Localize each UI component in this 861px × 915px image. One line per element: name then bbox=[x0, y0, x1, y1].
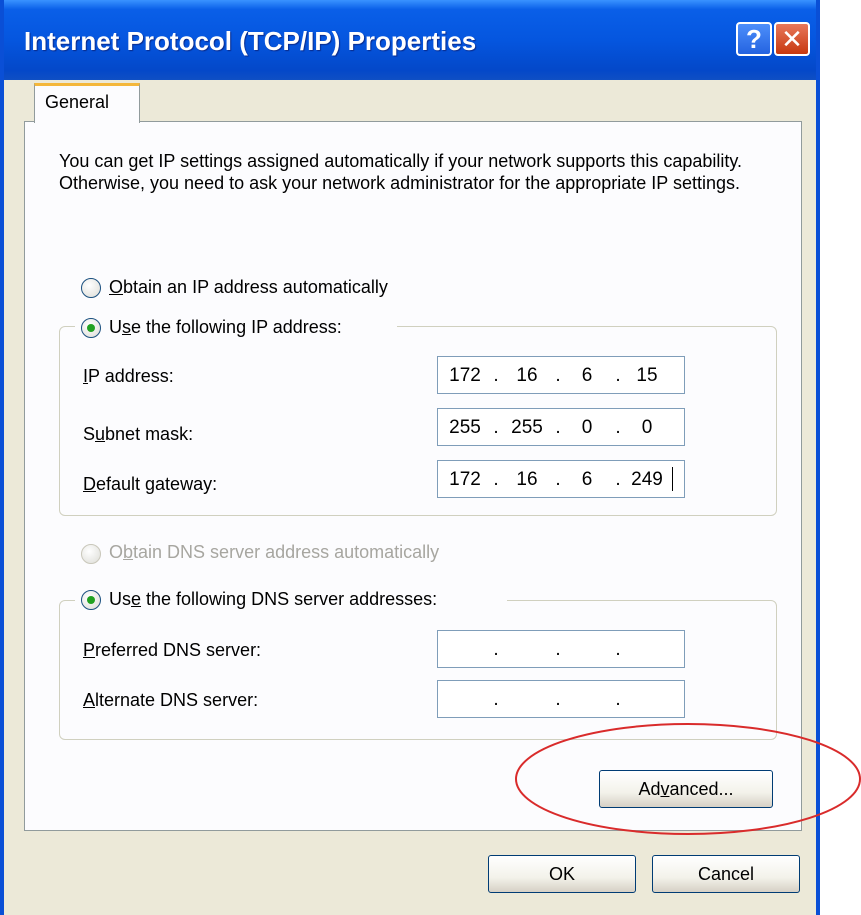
preferred-dns-input[interactable]: . . . bbox=[437, 630, 685, 668]
general-panel: You can get IP settings assigned automat… bbox=[24, 121, 802, 831]
text-caret bbox=[672, 467, 673, 491]
use-following-dns-label[interactable]: Use the following DNS server addresses: bbox=[109, 589, 437, 610]
octet-separator: . bbox=[493, 689, 499, 710]
alternate-dns-input[interactable]: . . . bbox=[437, 680, 685, 718]
tab-general[interactable]: General bbox=[34, 83, 140, 123]
tab-general-label: General bbox=[45, 92, 110, 112]
radio-use-following-dns[interactable] bbox=[81, 590, 101, 610]
close-button[interactable]: ✕ bbox=[774, 22, 810, 56]
octet-separator: . bbox=[555, 469, 561, 490]
cancel-button[interactable]: Cancel bbox=[652, 855, 800, 893]
dns-server-group bbox=[59, 600, 777, 740]
octet-separator: . bbox=[615, 365, 621, 386]
tcpip-properties-dialog: Internet Protocol (TCP/IP) Properties ? … bbox=[0, 0, 820, 915]
default-gateway-label: Default gateway: bbox=[83, 474, 218, 494]
octet: 16 bbox=[516, 365, 538, 386]
octet: 15 bbox=[636, 365, 658, 386]
octet-separator: . bbox=[555, 639, 561, 660]
help-button[interactable]: ? bbox=[736, 22, 772, 56]
octet-separator: . bbox=[615, 417, 621, 438]
octet-separator: . bbox=[493, 417, 499, 438]
octet: 0 bbox=[641, 417, 653, 438]
octet-separator: . bbox=[615, 639, 621, 660]
octet: 172 bbox=[449, 365, 481, 386]
window-title: Internet Protocol (TCP/IP) Properties bbox=[24, 26, 477, 56]
octet-separator: . bbox=[493, 469, 499, 490]
title-bar[interactable]: Internet Protocol (TCP/IP) Properties ? … bbox=[4, 0, 816, 80]
obtain-dns-auto-label[interactable]: Obtain DNS server address automatically bbox=[109, 542, 439, 563]
use-following-ip-label[interactable]: Use the following IP address: bbox=[109, 317, 342, 338]
octet-separator: . bbox=[615, 689, 621, 710]
octet: 249 bbox=[631, 469, 663, 490]
octet-separator: . bbox=[555, 689, 561, 710]
octet: 0 bbox=[581, 417, 593, 438]
octet-separator: . bbox=[555, 365, 561, 386]
octet-separator: . bbox=[493, 639, 499, 660]
radio-use-following-ip[interactable] bbox=[81, 318, 101, 338]
octet: 255 bbox=[511, 417, 543, 438]
ip-address-label: IP address: bbox=[83, 366, 174, 386]
preferred-dns-label: Preferred DNS server: bbox=[83, 640, 262, 660]
radio-obtain-dns-auto[interactable] bbox=[81, 544, 101, 564]
octet: 6 bbox=[581, 365, 593, 386]
subnet-mask-label: Subnet mask: bbox=[83, 424, 194, 444]
question-mark-icon: ? bbox=[746, 23, 762, 54]
octet: 6 bbox=[581, 469, 593, 490]
default-gateway-input[interactable]: 172 . 16 . 6 . 249 bbox=[437, 460, 685, 498]
octet: 255 bbox=[449, 417, 481, 438]
ip-address-input[interactable]: 172 . 16 . 6 . 15 bbox=[437, 356, 685, 394]
octet-separator: . bbox=[493, 365, 499, 386]
advanced-button[interactable]: Ad v anced... bbox=[599, 770, 773, 808]
octet-separator: . bbox=[615, 469, 621, 490]
octet-separator: . bbox=[555, 417, 561, 438]
subnet-mask-input[interactable]: 255 . 255 . 0 . 0 bbox=[437, 408, 685, 446]
ok-button[interactable]: OK bbox=[488, 855, 636, 893]
description-text: You can get IP settings assigned automat… bbox=[59, 151, 743, 193]
obtain-ip-auto-label[interactable]: Obtain an IP address automatically bbox=[109, 277, 388, 298]
octet: 16 bbox=[516, 469, 538, 490]
close-icon: ✕ bbox=[781, 23, 803, 54]
radio-obtain-ip-auto[interactable] bbox=[81, 278, 101, 298]
octet: 172 bbox=[449, 469, 481, 490]
alternate-dns-label: Alternate DNS server: bbox=[83, 690, 259, 710]
